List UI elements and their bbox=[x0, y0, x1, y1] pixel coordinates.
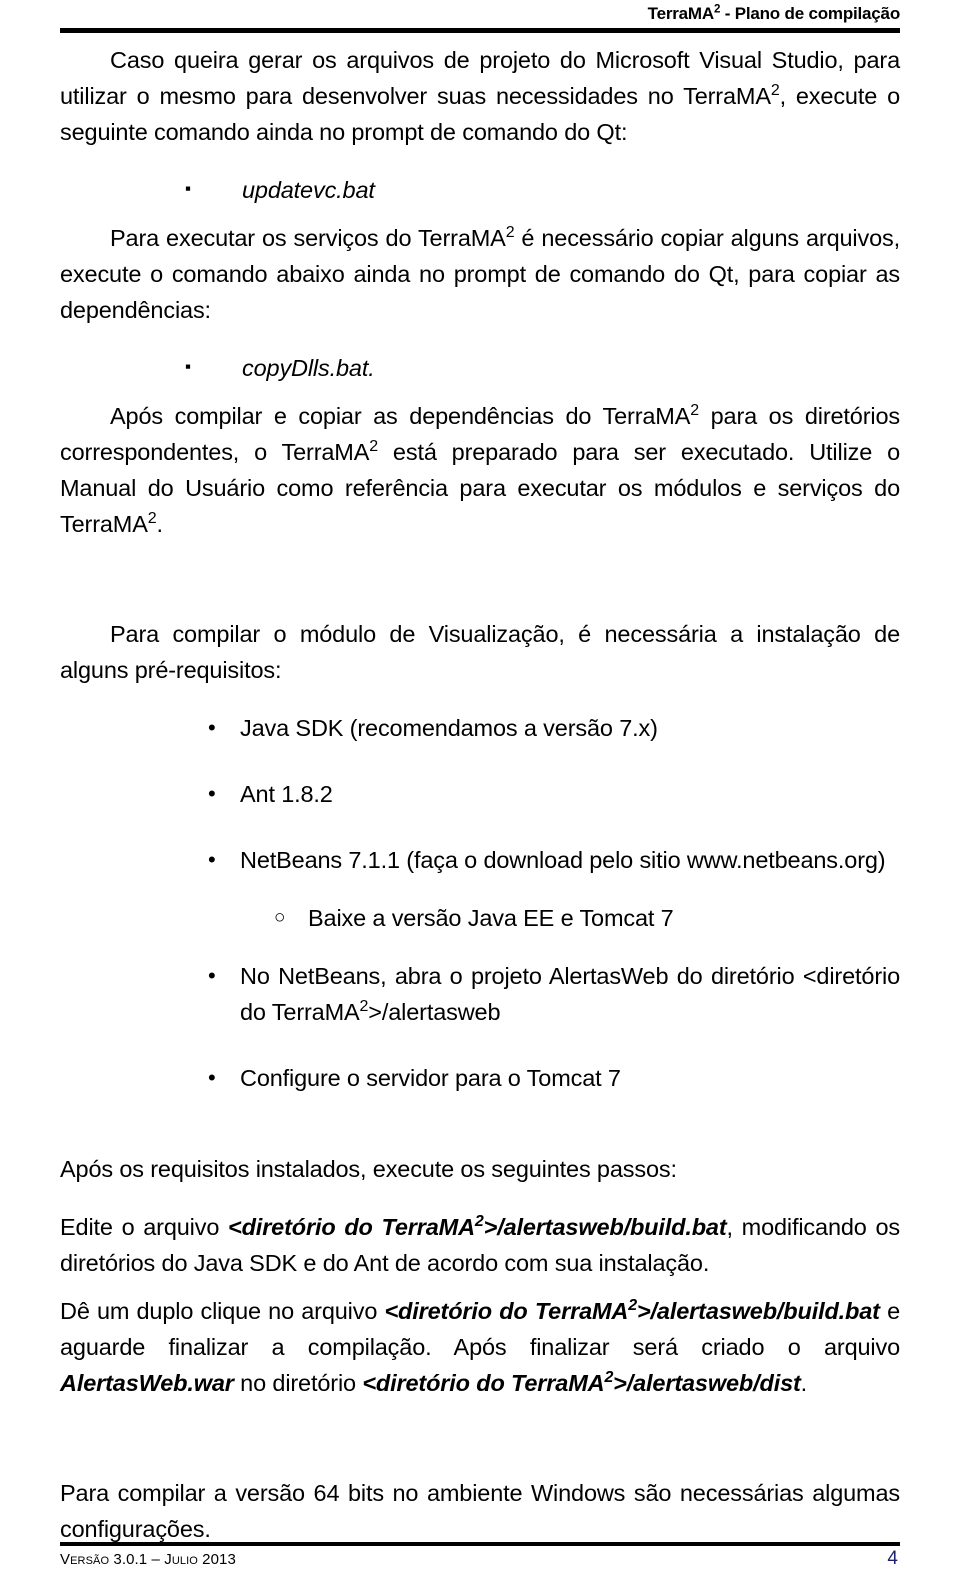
footer-divider bbox=[60, 1542, 900, 1546]
path-build-bat-2: <diretório do TerraMA2>/alertasweb/build… bbox=[384, 1297, 880, 1324]
footer-version-label: Versão 3.0.1 – Julio 2013 bbox=[60, 1551, 236, 1568]
list-item: ▪ copyDlls.bat. bbox=[60, 350, 900, 386]
square-bullet-icon: ▪ bbox=[185, 179, 191, 198]
superscript-two-icon: 2 bbox=[604, 1369, 614, 1387]
path-build-bat: <diretório do TerraMA2>/alertasweb/build… bbox=[228, 1213, 727, 1240]
file-alertasweb-war: AlertasWeb.war bbox=[60, 1370, 234, 1396]
round-bullet-icon: • bbox=[208, 963, 216, 988]
round-bullet-icon: • bbox=[208, 715, 216, 740]
square-bullet-icon: ▪ bbox=[185, 357, 191, 376]
list-item-label: Java SDK (recomendamos a versão 7.x) bbox=[240, 715, 658, 741]
superscript-two-icon: 2 bbox=[369, 438, 378, 456]
list-prerequisites-cont: • No NetBeans, abra o projeto AlertasWeb … bbox=[60, 958, 900, 1096]
page-footer: Versão 3.0.1 – Julio 2013 4 bbox=[60, 1542, 900, 1571]
list-item-label: NetBeans 7.1.1 (faça o download pelo sit… bbox=[240, 847, 886, 873]
list-item-label: Ant 1.8.2 bbox=[240, 781, 333, 807]
document-page: TerraMA2 - Plano de compilação Caso quei… bbox=[0, 0, 960, 1577]
round-bullet-icon: • bbox=[208, 781, 216, 806]
superscript-two-icon: 2 bbox=[359, 998, 369, 1016]
list-netbeans-sub: ○ Baixe a versão Java EE e Tomcat 7 bbox=[60, 900, 900, 936]
page-number: 4 bbox=[887, 1548, 898, 1569]
superscript-two-icon: 2 bbox=[770, 82, 780, 100]
footer-row: Versão 3.0.1 – Julio 2013 4 bbox=[60, 1548, 900, 1571]
header-title: TerraMA2 - Plano de compilação bbox=[647, 3, 901, 23]
superscript-two-icon: 2 bbox=[690, 402, 699, 420]
list-item-label: Baixe a versão Java EE e Tomcat 7 bbox=[308, 905, 674, 931]
round-bullet-icon: • bbox=[208, 847, 216, 872]
paragraph-requisitos-instalados: Após os requisitos instalados, execute o… bbox=[60, 1156, 677, 1182]
list-item: • Java SDK (recomendamos a versão 7.x) bbox=[60, 710, 900, 746]
list-item-label: Configure o servidor para o Tomcat 7 bbox=[240, 1065, 621, 1091]
superscript-two-icon: 2 bbox=[474, 1213, 484, 1231]
paragraph-visualizacao: Para compilar o módulo de Visualização, … bbox=[60, 621, 900, 683]
paragraph-apos-compilar: Após compilar e copiar as dependências d… bbox=[60, 402, 900, 537]
list-item: • NetBeans 7.1.1 (faça o download pelo si… bbox=[60, 842, 900, 878]
paragraph-servicos: Para executar os serviços do TerraMA2 é … bbox=[60, 224, 900, 323]
list-copydlls: ▪ copyDlls.bat. bbox=[60, 350, 900, 386]
list-updatevc: ▪ updatevc.bat bbox=[60, 172, 900, 208]
list-item-label: updatevc.bat bbox=[242, 177, 375, 203]
round-bullet-icon: • bbox=[208, 1065, 216, 1090]
paragraph-edite-arquivo: Edite o arquivo <diretório do TerraMA2>/… bbox=[60, 1213, 900, 1276]
list-item: • Configure o servidor para o Tomcat 7 bbox=[60, 1060, 900, 1096]
superscript-two-icon: 2 bbox=[628, 1297, 637, 1315]
page-content: Caso queira gerar os arquivos de projeto… bbox=[60, 42, 900, 1577]
paragraph-duplo-clique: Dê um duplo clique no arquivo <diretório… bbox=[60, 1297, 900, 1396]
list-item: • No NetBeans, abra o projeto AlertasWeb … bbox=[60, 958, 900, 1030]
list-item-label: copyDlls.bat. bbox=[242, 355, 375, 381]
page-header: TerraMA2 - Plano de compilação bbox=[60, 0, 900, 40]
list-item: ○ Baixe a versão Java EE e Tomcat 7 bbox=[60, 900, 900, 936]
paragraph-64-bits: Para compilar a versão 64 bits no ambien… bbox=[60, 1480, 900, 1542]
path-dist: <diretório do TerraMA2>/alertasweb/dist bbox=[362, 1369, 801, 1396]
list-prerequisites: • Java SDK (recomendamos a versão 7.x) • A… bbox=[60, 710, 900, 878]
list-item: • Ant 1.8.2 bbox=[60, 776, 900, 812]
paragraph-visual-studio: Caso queira gerar os arquivos de projeto… bbox=[60, 47, 900, 145]
header-divider bbox=[60, 28, 900, 33]
list-item: ▪ updatevc.bat bbox=[60, 172, 900, 208]
hollow-circle-bullet-icon: ○ bbox=[274, 907, 286, 928]
